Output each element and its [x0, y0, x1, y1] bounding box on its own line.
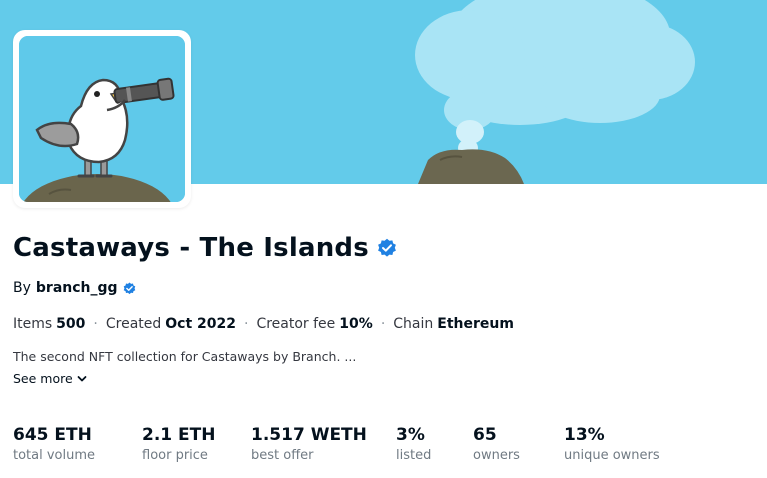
verified-badge-icon [377, 238, 397, 258]
chevron-down-icon [77, 371, 87, 386]
stat-value: 1.517 WETH [251, 425, 367, 445]
stat-total-volume[interactable]: 645 ETH total volume [13, 424, 95, 465]
meta-label: Creator fee [256, 316, 336, 332]
meta-label: Items [13, 316, 53, 332]
stat-unique-owners[interactable]: 13% unique owners [564, 424, 660, 465]
meta-created: Created Oct 2022 [106, 316, 236, 332]
meta-value: 10% [339, 316, 373, 332]
meta-creator-fee: Creator fee 10% [256, 316, 372, 332]
meta-value: Ethereum [437, 316, 514, 332]
meta-value: Oct 2022 [165, 316, 236, 332]
stat-value: 645 ETH [13, 425, 92, 445]
creator-link[interactable]: branch_gg [36, 280, 118, 296]
see-more-button[interactable]: See more [13, 371, 87, 386]
stat-owners[interactable]: 65 owners [473, 424, 520, 465]
meta-separator: · [244, 316, 249, 332]
verified-badge-icon [123, 282, 136, 295]
stat-label: floor price [142, 448, 208, 463]
collection-title-row: Castaways - The Islands [13, 228, 397, 268]
collection-meta-row: Items 500 · Created Oct 2022 · Creator fee… [13, 314, 514, 334]
meta-label: Chain [393, 316, 434, 332]
collection-description: The second NFT collection for Castaways … [13, 349, 357, 364]
collection-avatar-frame [13, 30, 191, 208]
creator-row: By branch_gg [13, 278, 136, 298]
meta-items: Items 500 [13, 316, 85, 332]
meta-value: 500 [56, 316, 86, 332]
stat-label: best offer [251, 448, 314, 463]
stat-label: total volume [13, 448, 96, 463]
meta-separator: · [93, 316, 98, 332]
meta-separator: · [380, 316, 386, 332]
stat-value: 2.1 ETH [142, 425, 216, 445]
stat-value: 65 [473, 425, 497, 445]
stat-value: 13% [564, 425, 605, 445]
creator-prefix: By [13, 280, 31, 296]
collection-avatar[interactable] [19, 36, 185, 202]
stat-label: unique owners [564, 448, 660, 463]
stat-label: owners [473, 448, 520, 463]
stat-listed[interactable]: 3% listed [396, 424, 431, 465]
stat-best-offer[interactable]: 1.517 WETH best offer [251, 424, 367, 465]
see-more-label: See more [13, 371, 73, 386]
meta-label: Created [105, 316, 162, 332]
stat-label: listed [396, 448, 432, 463]
meta-chain: Chain Ethereum [393, 316, 514, 332]
stat-value: 3% [396, 425, 425, 445]
stat-floor-price[interactable]: 2.1 ETH floor price [142, 424, 215, 465]
collection-title: Castaways - The Islands [13, 233, 369, 263]
